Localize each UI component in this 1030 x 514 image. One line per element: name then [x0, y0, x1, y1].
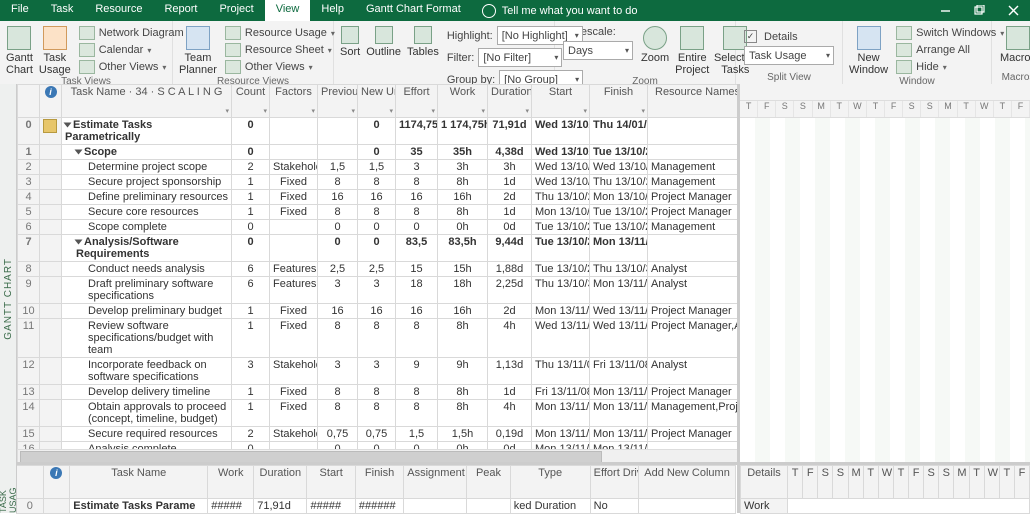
table-row[interactable]: 8Conduct needs analysis6Features2,52,515…	[18, 262, 738, 277]
info-icon: i	[45, 86, 57, 98]
switch-windows-item[interactable]: Switch Windows▾	[894, 25, 1006, 41]
bottom-col-header[interactable]: Type	[510, 466, 590, 499]
col-header[interactable]	[18, 85, 40, 118]
outline-button[interactable]: Outline	[366, 23, 401, 58]
table-row[interactable]: 11Review software specifications/budget …	[18, 319, 738, 358]
ribbon: Gantt Chart Task Usage Network Diagram▾ …	[0, 21, 1030, 85]
window-restore[interactable]	[962, 0, 996, 21]
table-row[interactable]: 0Estimate Tasks Parametrically001174,751…	[18, 118, 738, 145]
col-header[interactable]: Factors▾	[270, 85, 318, 118]
bottom-col-header[interactable]: Work	[208, 466, 254, 499]
tables-button[interactable]: Tables	[407, 23, 439, 58]
tell-me-text: Tell me what you want to do	[502, 5, 638, 17]
bottom-col-header[interactable]: Effort Driven	[590, 466, 638, 499]
window-close[interactable]	[996, 0, 1030, 21]
zoom-button[interactable]: Zoom	[641, 23, 669, 64]
group-label-splitview: Split View	[742, 72, 836, 84]
hide-item[interactable]: Hide▾	[894, 59, 1006, 75]
details-combo[interactable]: Task Usage	[744, 46, 834, 65]
col-header[interactable]: Resource Names▾	[648, 85, 738, 118]
tab-task[interactable]: Task	[40, 0, 85, 21]
table-row[interactable]: 7Analysis/Software Requirements00083,583…	[18, 235, 738, 262]
gantt-timeline-pane[interactable]: TFSSMTWTFSSMTWTF	[737, 84, 1030, 513]
task-usage-pane[interactable]: TASK USAG iTask NameWorkDurationStartFin…	[16, 462, 1030, 513]
task-usage-button[interactable]: Task Usage	[39, 23, 71, 76]
table-row[interactable]: 15Secure required resources2Stakeholo0,7…	[18, 427, 738, 442]
resource-usage-item[interactable]: Resource Usage▾	[223, 25, 337, 41]
sort-button[interactable]: Sort	[340, 23, 360, 58]
table-row[interactable]: 1Scope003535h4,38dWed 13/10/Tue 13/10/2	[18, 145, 738, 160]
team-planner-label: Team Planner	[179, 52, 217, 76]
table-row[interactable]: 9Draft preliminary software specificatio…	[18, 277, 738, 304]
bottom-col-header[interactable]: Task Name	[70, 466, 208, 499]
col-header[interactable]: Effort▾	[396, 85, 438, 118]
details-check[interactable]: ✓Details	[742, 29, 836, 44]
resource-sheet-item[interactable]: Resource Sheet▾	[223, 42, 337, 58]
team-planner-button[interactable]: Team Planner	[179, 23, 217, 76]
other-views-res-item[interactable]: Other Views▾	[223, 59, 337, 75]
filter-combo[interactable]: [No Filter]	[478, 48, 562, 67]
menubar: File Task Resource Report Project View H…	[0, 0, 1030, 21]
macros-button[interactable]: Macros	[998, 23, 1030, 64]
table-row[interactable]: 5Secure core resources1Fixed8888h1dMon 1…	[18, 205, 738, 220]
bulb-icon	[482, 4, 496, 18]
table-row[interactable]: 10Develop preliminary budget1Fixed161616…	[18, 304, 738, 319]
table-row[interactable]: 12Incorporate feedback on software speci…	[18, 358, 738, 385]
col-header[interactable]: New Unit Effort▾	[358, 85, 396, 118]
col-header[interactable]: i	[40, 85, 62, 118]
entire-project-button[interactable]: Entire Project	[675, 23, 709, 76]
bottom-col-header[interactable]: Assignment Units	[404, 466, 467, 499]
col-header[interactable]: Task Name · 34 · S C A L I N G▾	[62, 85, 232, 118]
bottom-col-header[interactable]: Add New Column	[639, 466, 736, 499]
table-row[interactable]: 2Determine project scope2Stakeholo1,51,5…	[18, 160, 738, 175]
task-usage-label: Task Usage	[39, 52, 71, 76]
table-row[interactable]: 3Secure project sponsorship1Fixed8888h1d…	[18, 175, 738, 190]
bottom-col-header[interactable]: i	[43, 466, 70, 499]
bottom-work-label: Work	[741, 499, 788, 514]
col-header[interactable]: Start▾	[532, 85, 590, 118]
bottom-col-header[interactable]: Peak	[467, 466, 511, 499]
tell-me[interactable]: Tell me what you want to do	[472, 0, 648, 21]
new-window-button[interactable]: New Window	[849, 23, 888, 76]
col-header[interactable]: Count▾	[232, 85, 270, 118]
tab-help[interactable]: Help	[310, 0, 355, 21]
group-label-macros: Macros	[998, 72, 1030, 84]
col-header[interactable]: Previous Unit Effort▾	[318, 85, 358, 118]
table-row[interactable]: 4Define preliminary resources1Fixed16161…	[18, 190, 738, 205]
bottom-col-header[interactable]: Start	[307, 466, 355, 499]
table-row[interactable]: 14Obtain approvals to proceed (concept, …	[18, 400, 738, 427]
task-grid[interactable]: i Task Name · 34 · S C A L I N G▾Count▾Fa…	[17, 84, 737, 513]
table-row[interactable]: 6Scope complete00000h0dTue 13/10/2Tue 13…	[18, 220, 738, 235]
bottom-col-header[interactable]: Finish	[355, 466, 403, 499]
col-header[interactable]: Finish▾	[590, 85, 648, 118]
bottom-side-tab[interactable]: TASK USAG	[0, 465, 17, 513]
bottom-col-header[interactable]	[17, 466, 44, 499]
tab-gantt-format[interactable]: Gantt Chart Format	[355, 0, 472, 21]
bottom-col-header[interactable]: Duration	[254, 466, 307, 499]
tab-file[interactable]: File	[0, 0, 40, 21]
col-header[interactable]: Duration▾	[488, 85, 532, 118]
tab-report[interactable]: Report	[153, 0, 208, 21]
tab-view[interactable]: View	[265, 0, 311, 21]
gantt-chart-label: Gantt Chart	[6, 52, 33, 76]
view-side-tab[interactable]: GANTT CHART	[0, 84, 17, 513]
table-row[interactable]: 13Develop delivery timeline1Fixed8888h1d…	[18, 385, 738, 400]
timescale-combo[interactable]: Days	[563, 41, 633, 60]
tab-project[interactable]: Project	[208, 0, 264, 21]
tab-resource[interactable]: Resource	[84, 0, 153, 21]
gantt-chart-button[interactable]: Gantt Chart	[6, 23, 33, 76]
arrange-all-item[interactable]: Arrange All	[894, 42, 1006, 58]
window-minimize[interactable]	[928, 0, 962, 21]
col-header[interactable]: Work▾	[438, 85, 488, 118]
